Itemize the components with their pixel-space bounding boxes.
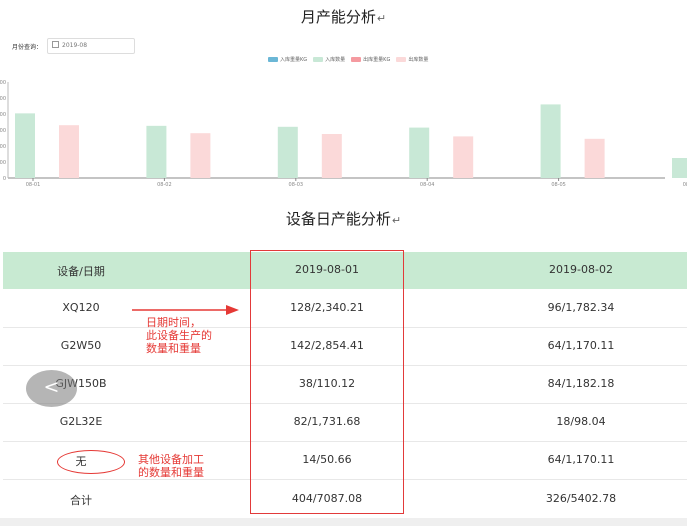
- monthly-capacity-chart: 0 100 200 300 400 500 600 08-01 08-02 08-03 08-04 0…: [0, 80, 687, 188]
- bar-out-qty[interactable]: [584, 138, 605, 178]
- y-tick-label: 600: [0, 80, 6, 86]
- calendar-icon: [52, 41, 59, 48]
- legend-item-out-weight[interactable]: 出库重量KG: [351, 56, 390, 63]
- bar-out-qty[interactable]: [453, 136, 474, 178]
- cell-device: 合计: [70, 494, 92, 507]
- month-query-value: 2019-08: [62, 42, 88, 49]
- month-query-label: 月份查询：: [12, 44, 43, 51]
- bar-out-qty[interactable]: [59, 125, 79, 178]
- bar-in-qty[interactable]: [540, 104, 561, 178]
- bar-out-qty[interactable]: [190, 133, 211, 178]
- bar-in-qty[interactable]: [672, 158, 687, 178]
- legend-item-in-qty[interactable]: 入库数量: [313, 56, 345, 63]
- x-tick-label: 08-01: [26, 182, 41, 188]
- highlight-date-column-box: [250, 250, 404, 514]
- bar-in-qty[interactable]: [146, 125, 167, 178]
- daily-capacity-title: 设备日产能分析↵: [285, 210, 402, 228]
- bar-out-qty[interactable]: [321, 134, 342, 178]
- y-tick-label: 500: [0, 96, 6, 102]
- legend-item-out-qty[interactable]: 出库数量: [396, 56, 428, 63]
- header-device-date: 设备/日期: [57, 265, 105, 278]
- month-query-input[interactable]: 2019-08: [47, 38, 135, 54]
- cell-date-2: 18/98.04: [556, 415, 606, 428]
- prev-page-button[interactable]: <: [26, 370, 77, 407]
- y-tick-label: 400: [0, 112, 6, 118]
- y-tick-label: 100: [0, 160, 6, 166]
- cell-device: G2W50: [60, 339, 102, 352]
- cell-date-2: 326/5402.78: [545, 492, 617, 505]
- y-tick-label: 0: [3, 176, 6, 182]
- cell-date-2: 96/1,782.34: [547, 301, 615, 314]
- other-device-circle: [57, 450, 125, 474]
- x-tick-label: 08-02: [157, 182, 172, 188]
- chart-legend: 入库重量KG 入库数量 出库重量KG 出库数量: [268, 56, 428, 63]
- bar-in-qty[interactable]: [277, 126, 298, 178]
- cell-date-2: 64/1,170.11: [547, 339, 615, 352]
- other-note: 其他设备加工 的数量和重量: [138, 453, 204, 479]
- x-tick-label: 08-03: [289, 182, 304, 188]
- y-tick-label: 300: [0, 128, 6, 134]
- cell-device: G2L32E: [59, 415, 103, 428]
- x-tick-label: 08-05: [551, 182, 566, 188]
- legend-item-in-weight[interactable]: 入库重量KG: [268, 56, 307, 63]
- page-footer-bar: [0, 518, 687, 526]
- cell-date-2: 84/1,182.18: [547, 377, 615, 390]
- bar-in-qty[interactable]: [15, 113, 35, 178]
- date-note: 日期时间， 此设备生产的 数量和重量: [146, 316, 212, 355]
- monthly-capacity-title: 月产能分析↵: [300, 8, 387, 26]
- x-tick-label: 08-06: [683, 182, 687, 188]
- chevron-left-icon: <: [43, 376, 60, 398]
- header-date-2: 2019-08-02: [549, 263, 613, 276]
- y-tick-label: 200: [0, 144, 6, 150]
- x-tick-label: 08-04: [420, 182, 435, 188]
- cell-date-2: 64/1,170.11: [547, 453, 615, 466]
- bar-in-qty[interactable]: [409, 127, 430, 178]
